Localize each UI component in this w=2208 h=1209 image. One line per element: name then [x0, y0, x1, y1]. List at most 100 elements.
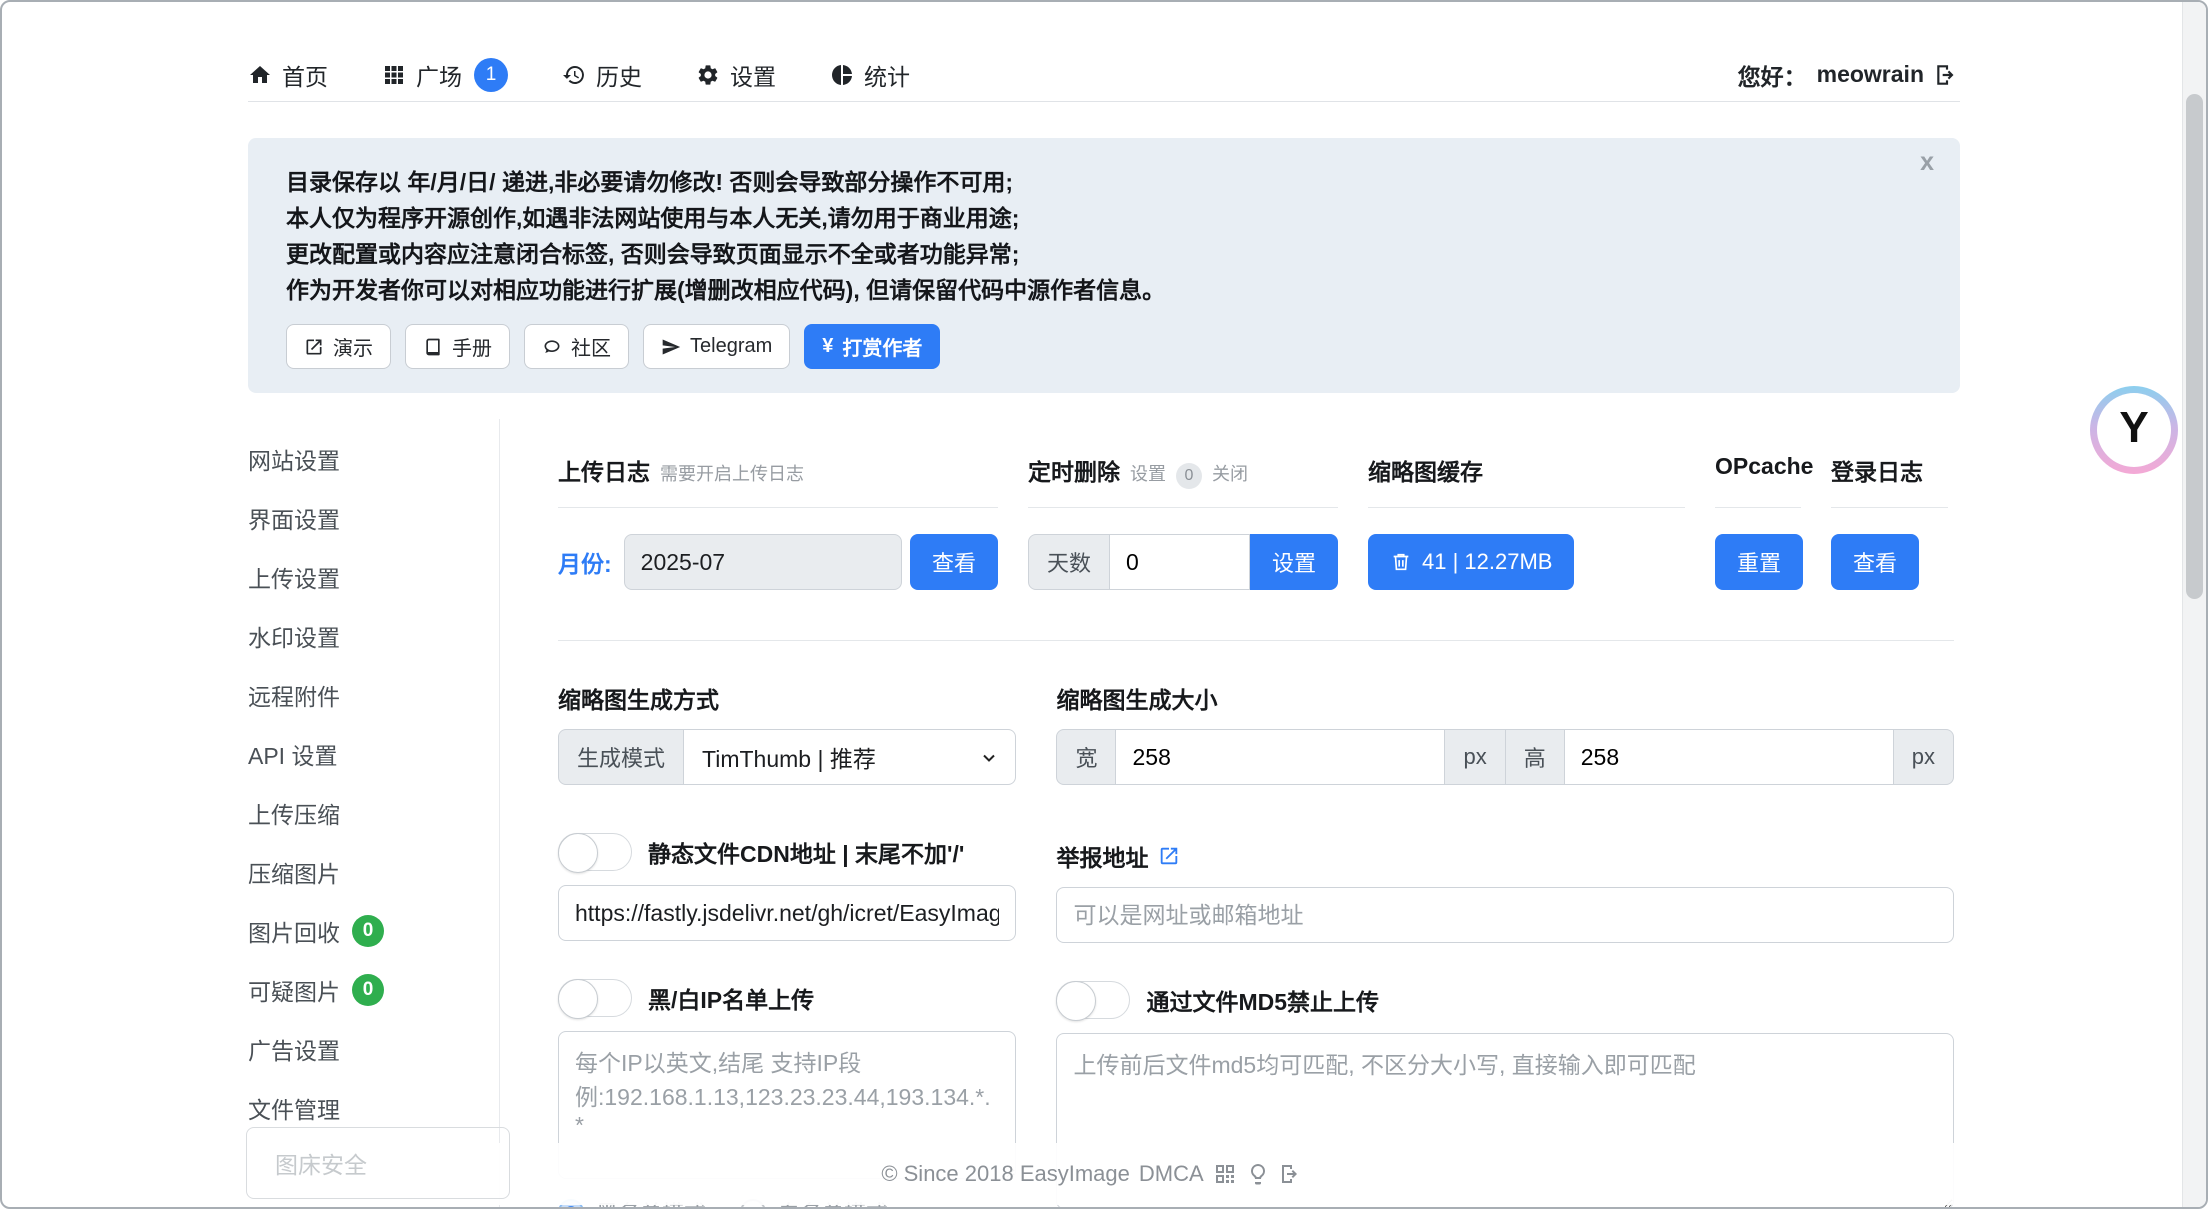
opcache-reset-button[interactable]: 重置 — [1715, 534, 1803, 590]
notice-line: 更改配置或内容应注意闭合标签, 否则会导致页面显示不全或者功能异常; — [286, 236, 1922, 272]
cdn-toggle[interactable] — [558, 833, 632, 871]
days-addon: 天数 — [1028, 534, 1110, 590]
timed-delete-title: 定时删除 — [1028, 453, 1120, 487]
login-log-view-button[interactable]: 查看 — [1831, 534, 1919, 590]
sidebar-item-remote[interactable]: 远程附件 — [248, 665, 499, 724]
chevron-down-icon — [979, 748, 999, 768]
upload-log-title: 上传日志 — [558, 453, 650, 487]
qrcode-icon[interactable] — [1213, 1162, 1237, 1186]
nav-item-plaza[interactable]: 广场 1 — [382, 58, 508, 92]
ip-list-toggle-row: 黑/白IP名单上传 — [558, 979, 1016, 1017]
sidebar-item-ads[interactable]: 广告设置 — [248, 1019, 499, 1078]
sidebar-item-upload-compress[interactable]: 上传压缩 — [248, 783, 499, 842]
copyright-text: © Since 2018 EasyImage — [881, 1161, 1130, 1187]
md5-toggle[interactable] — [1056, 981, 1130, 1019]
settings-sidebar: 网站设置 界面设置 上传设置 水印设置 远程附件 API 设置 上传压缩 压缩图… — [248, 419, 500, 1209]
suspicious-count-badge: 0 — [352, 974, 384, 1006]
easyimage-float-logo[interactable]: Y — [2090, 386, 2178, 474]
sidebar-item-label: 网站设置 — [248, 442, 340, 476]
nav-item-label: 广场 — [416, 58, 462, 92]
timed-delete-settings-link[interactable]: 设置 — [1130, 460, 1166, 486]
plaza-count-badge: 1 — [474, 58, 508, 92]
donate-button-label: 打赏作者 — [842, 332, 922, 361]
timed-delete-count-badge: 0 — [1176, 463, 1202, 489]
book-icon — [423, 337, 443, 357]
home-icon — [248, 63, 272, 87]
opcache-header: OPcache — [1715, 453, 1801, 508]
cdn-label: 静态文件CDN地址 | 末尾不加'/' — [648, 835, 964, 869]
external-link-icon — [304, 337, 324, 357]
thumb-size-group: 宽 px 高 px — [1056, 729, 1954, 785]
top-navbar: 首页 广场 1 历史 设置 统计 您好： meowrain — [248, 2, 1960, 102]
ip-list-toggle[interactable] — [558, 979, 632, 1017]
timed-delete-set-button[interactable]: 设置 — [1250, 534, 1338, 590]
height-addon: 高 — [1506, 729, 1565, 785]
nav-item-stats[interactable]: 统计 — [830, 58, 910, 92]
sidebar-item-website[interactable]: 网站设置 — [248, 429, 499, 488]
sidebar-item-upload[interactable]: 上传设置 — [248, 547, 499, 606]
comment-icon — [542, 337, 562, 357]
external-link-icon[interactable] — [1158, 845, 1180, 867]
scrollbar-thumb[interactable] — [2186, 94, 2203, 599]
sidebar-item-compress-image[interactable]: 压缩图片 — [248, 842, 499, 901]
upload-log-header: 上传日志 需要开启上传日志 — [558, 453, 998, 508]
sign-out-icon[interactable] — [1934, 62, 1960, 88]
timed-delete-state: 关闭 — [1212, 460, 1248, 486]
telegram-plane-icon — [661, 337, 681, 357]
nav-item-label: 历史 — [596, 58, 642, 92]
sidebar-item-label: 远程附件 — [248, 678, 340, 712]
sign-out-icon[interactable] — [1279, 1162, 1303, 1186]
report-label: 举报地址 — [1056, 839, 1148, 873]
nav-item-settings[interactable]: 设置 — [696, 58, 776, 92]
month-input[interactable] — [624, 534, 902, 590]
cdn-toggle-row: 静态文件CDN地址 | 末尾不加'/' — [558, 833, 1016, 871]
thumb-mode-select[interactable]: TimThumb | 推荐 — [684, 729, 1016, 785]
sidebar-item-watermark[interactable]: 水印设置 — [248, 606, 499, 665]
height-input[interactable] — [1565, 729, 1894, 785]
sidebar-item-label: 可疑图片 — [248, 973, 340, 1007]
md5-label: 通过文件MD5禁止上传 — [1146, 983, 1379, 1017]
notice-buttons: 演示 手册 社区 Telegram ¥ 打赏作者 — [286, 324, 1922, 369]
demo-button-label: 演示 — [333, 332, 373, 361]
lightbulb-icon[interactable] — [1246, 1162, 1270, 1186]
report-input[interactable] — [1056, 887, 1954, 943]
sidebar-item-label: API 设置 — [248, 737, 337, 771]
width-input[interactable] — [1116, 729, 1445, 785]
dmca-link[interactable]: DMCA — [1139, 1161, 1204, 1187]
upload-log-view-button[interactable]: 查看 — [910, 534, 998, 590]
manual-button[interactable]: 手册 — [405, 324, 510, 369]
sidebar-item-label: 界面设置 — [248, 501, 340, 535]
report-label-row: 举报地址 — [1056, 839, 1954, 873]
ip-list-label: 黑/白IP名单上传 — [648, 981, 814, 1015]
sidebar-item-api[interactable]: API 设置 — [248, 724, 499, 783]
thumb-cache-controls: 41 | 12.27MB — [1368, 534, 1685, 590]
days-input[interactable] — [1110, 534, 1250, 590]
thumb-cache-title: 缩略图缓存 — [1368, 453, 1483, 487]
cdn-input[interactable] — [558, 885, 1016, 941]
pie-chart-icon — [830, 63, 854, 87]
section-divider — [558, 640, 1954, 641]
community-button[interactable]: 社区 — [524, 324, 629, 369]
sidebar-item-label: 上传压缩 — [248, 796, 340, 830]
notice-line: 目录保存以 年/月/日/ 递进,非必要请勿修改! 否则会导致部分操作不可用; — [286, 164, 1922, 200]
donate-button[interactable]: ¥ 打赏作者 — [804, 324, 940, 369]
grid-icon — [382, 63, 406, 87]
sidebar-item-recycle[interactable]: 图片回收 0 — [248, 901, 499, 960]
upload-log-hint: 需要开启上传日志 — [660, 460, 804, 486]
thumb-mode-value: TimThumb | 推荐 — [702, 740, 876, 774]
sidebar-item-security-ghost[interactable]: 图床安全 — [246, 1127, 510, 1199]
vertical-scrollbar[interactable] — [2182, 2, 2206, 1207]
thumb-cache-clear-button[interactable]: 41 | 12.27MB — [1368, 534, 1574, 590]
history-icon — [562, 63, 586, 87]
nav-item-history[interactable]: 历史 — [562, 58, 642, 92]
sidebar-item-interface[interactable]: 界面设置 — [248, 488, 499, 547]
sidebar-item-label: 上传设置 — [248, 560, 340, 594]
telegram-button[interactable]: Telegram — [643, 324, 790, 369]
sidebar-item-label: 图片回收 — [248, 914, 340, 948]
close-icon[interactable]: x — [1920, 150, 1934, 175]
nav-item-home[interactable]: 首页 — [248, 58, 328, 92]
recycle-count-badge: 0 — [352, 915, 384, 947]
demo-button[interactable]: 演示 — [286, 324, 391, 369]
sidebar-item-label: 广告设置 — [248, 1032, 340, 1066]
sidebar-item-suspicious[interactable]: 可疑图片 0 — [248, 960, 499, 1019]
